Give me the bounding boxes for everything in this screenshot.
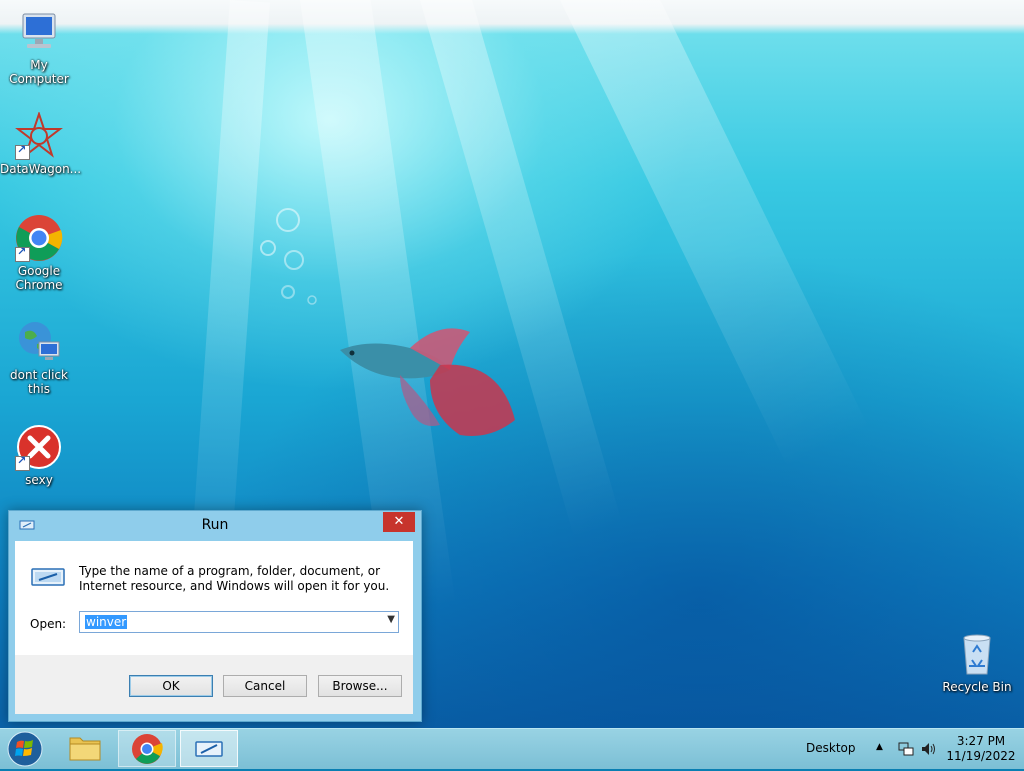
run-program-icon xyxy=(195,741,223,757)
open-input-value[interactable]: winver xyxy=(85,615,128,629)
desktop-icon-google-chrome[interactable]: Google Chrome xyxy=(0,214,78,292)
open-combobox[interactable]: winver ▼ xyxy=(79,611,399,633)
chevron-down-icon[interactable]: ▼ xyxy=(387,614,395,625)
error-x-icon xyxy=(15,423,63,471)
light-ray xyxy=(560,0,869,468)
fish-image xyxy=(340,328,515,436)
desktop-icon-label: Recycle Bin xyxy=(942,680,1012,694)
desktop-icon-my-computer[interactable]: My Computer xyxy=(0,8,78,86)
network-icon[interactable] xyxy=(898,741,914,757)
clock-date: 11/19/2022 xyxy=(946,749,1016,763)
close-button[interactable]: ✕ xyxy=(383,512,415,532)
desktop-icon-dont-click-this[interactable]: dont click this xyxy=(0,318,78,396)
run-dialog: Run ✕ Type the name of a program, folder… xyxy=(8,510,422,722)
ok-button[interactable]: OK xyxy=(129,675,213,697)
bubbles xyxy=(260,208,317,305)
desktop-icon-label: Google Chrome xyxy=(15,264,63,292)
taskbar-chrome[interactable] xyxy=(118,730,176,767)
chevron-up-icon[interactable]: ▲ xyxy=(876,742,883,752)
run-dialog-content: Type the name of a program, folder, docu… xyxy=(15,541,413,655)
desktop-icon-sexy[interactable]: sexy xyxy=(0,423,78,487)
run-program-icon xyxy=(31,568,65,586)
light-ray xyxy=(420,0,623,539)
desktop-icon-label: My Computer xyxy=(9,58,69,86)
shortcut-arrow-icon xyxy=(15,143,30,160)
wallpaper-top-band xyxy=(0,0,1024,34)
clock[interactable]: 3:27 PM 11/19/2022 xyxy=(944,734,1018,764)
taskbar-run[interactable] xyxy=(180,730,238,767)
desktop-icon-label: sexy xyxy=(25,473,53,487)
start-button[interactable] xyxy=(6,730,44,768)
clock-time: 3:27 PM xyxy=(956,734,1006,748)
chrome-icon xyxy=(132,734,163,764)
folder-icon xyxy=(69,737,101,761)
run-dialog-body: Type the name of a program, folder, docu… xyxy=(15,541,413,714)
volume-icon[interactable] xyxy=(920,740,938,758)
taskbar: Desktop ▲ 3:27 PM 11/19/2022 xyxy=(0,728,1024,769)
run-dialog-titlebar[interactable]: Run ✕ xyxy=(9,511,421,541)
desktop-icon-label: DataWagon... xyxy=(0,162,82,176)
run-dialog-title: Run xyxy=(201,517,229,533)
browse-button[interactable]: Browse... xyxy=(318,675,402,697)
recycle-bin-icon xyxy=(953,630,1001,678)
chrome-icon xyxy=(15,214,63,262)
desktop-toolbar-label[interactable]: Desktop xyxy=(806,741,856,755)
open-label: Open: xyxy=(30,617,67,631)
cancel-button[interactable]: Cancel xyxy=(223,675,307,697)
computer-icon xyxy=(15,8,63,56)
datawagon-icon xyxy=(15,110,63,160)
run-description: Type the name of a program, folder, docu… xyxy=(79,564,390,593)
desktop-icon-recycle-bin[interactable]: Recycle Bin xyxy=(938,630,1016,694)
network-globe-icon xyxy=(15,318,63,366)
desktop-icon-datawagon[interactable]: DataWagon... xyxy=(0,110,82,176)
shortcut-arrow-icon xyxy=(15,245,30,262)
desktop-icon-label: dont click this xyxy=(10,368,68,396)
windows-logo-icon xyxy=(7,731,43,767)
shortcut-arrow-icon xyxy=(15,454,30,471)
taskbar-file-explorer[interactable] xyxy=(56,730,114,767)
